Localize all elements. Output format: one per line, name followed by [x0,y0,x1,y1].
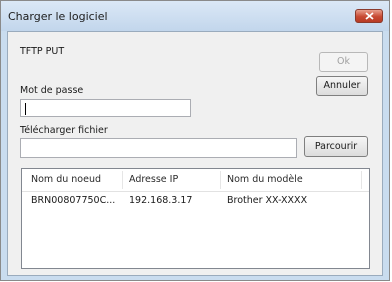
row-node-name: BRN00807750C... [31,195,116,206]
upload-software-dialog: Charger le logiciel TFTP PUT Ok Annuler … [0,0,390,281]
row-model-name: Brother XX-XXXX [227,195,308,206]
column-divider[interactable] [361,171,362,189]
password-label: Mot de passe [20,85,84,96]
protocol-label: TFTP PUT [20,46,65,57]
close-button[interactable] [355,9,383,23]
upload-file-label: Télécharger fichier [20,125,108,136]
column-header-ip-address[interactable]: Adresse IP [129,174,178,185]
password-field[interactable] [20,99,191,117]
cancel-button[interactable]: Annuler [316,76,368,96]
text-caret [25,103,26,115]
window-title: Charger le logiciel [8,10,108,23]
title-bar[interactable]: Charger le logiciel [1,1,389,31]
ok-button[interactable]: Ok [319,52,368,72]
column-divider[interactable] [220,171,221,189]
device-list[interactable]: Nom du noeud Adresse IP Nom du modèle BR… [21,168,370,269]
table-row[interactable]: BRN00807750C... 192.168.3.17 Brother XX-… [22,192,369,210]
upload-file-field[interactable] [20,138,297,158]
column-header-node-name[interactable]: Nom du noeud [31,174,101,185]
browse-button[interactable]: Parcourir [304,136,368,157]
column-header-model-name[interactable]: Nom du modèle [227,174,303,185]
close-icon [365,12,374,20]
row-ip-address: 192.168.3.17 [129,195,193,206]
device-list-header: Nom du noeud Adresse IP Nom du modèle [22,169,369,192]
dialog-body: TFTP PUT Ok Annuler Mot de passe Télécha… [7,31,383,276]
column-divider[interactable] [122,171,123,189]
